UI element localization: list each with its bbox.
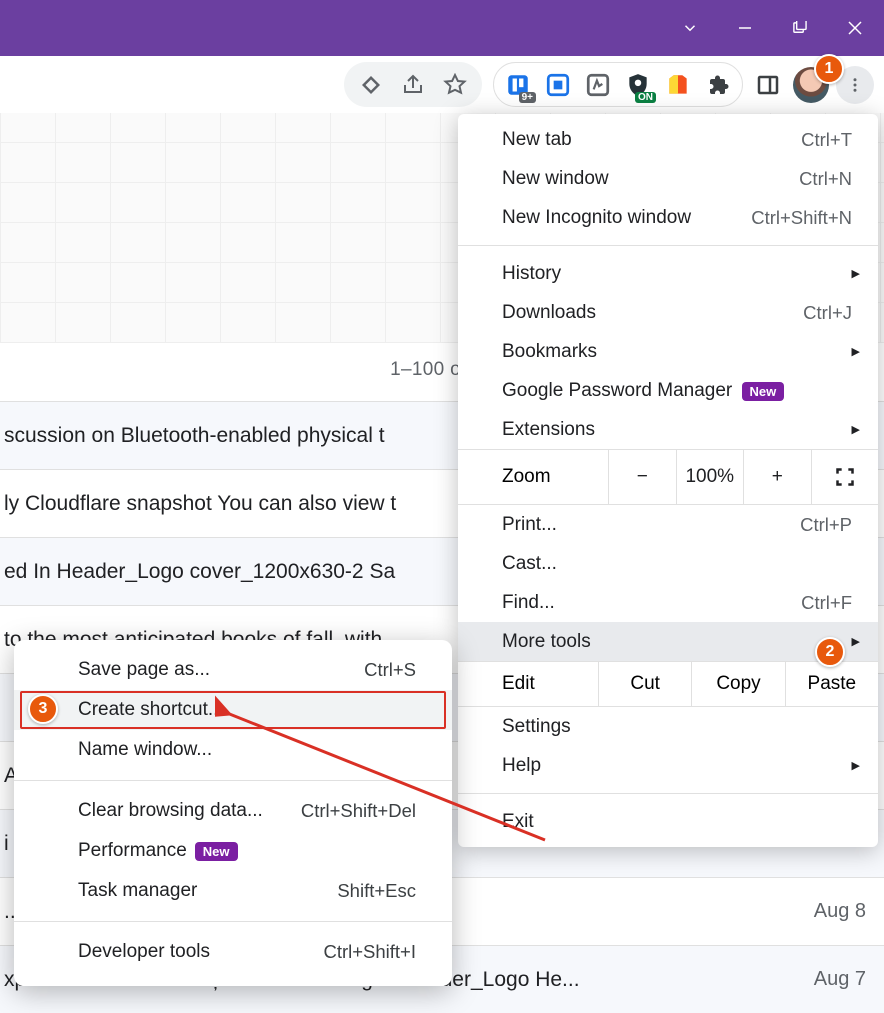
more-tools-submenu: Save page as...Ctrl+S Create shortcut...… bbox=[14, 640, 452, 986]
extension-4-badge: ON bbox=[635, 92, 656, 103]
minimize-button[interactable] bbox=[717, 8, 772, 48]
extension-2-icon[interactable] bbox=[540, 67, 576, 103]
close-button[interactable] bbox=[827, 8, 882, 48]
extension-1-badge: 9+ bbox=[519, 92, 536, 103]
close-icon bbox=[847, 20, 863, 36]
menu-exit[interactable]: Exit bbox=[458, 802, 878, 841]
extension-5-icon[interactable] bbox=[660, 67, 696, 103]
menu-password-manager[interactable]: Google Password Manager New bbox=[458, 371, 878, 410]
new-badge: New bbox=[742, 382, 785, 401]
menu-edit-row: Edit Cut Copy Paste bbox=[458, 661, 878, 707]
menu-zoom-row: Zoom − 100% + bbox=[458, 449, 878, 505]
menu-print[interactable]: Print...Ctrl+P bbox=[458, 505, 878, 544]
extension-3-icon[interactable] bbox=[580, 67, 616, 103]
browser-toolbar: 9+ ON bbox=[0, 56, 884, 113]
callout-3: 3 bbox=[28, 694, 58, 724]
chevron-down-icon bbox=[681, 19, 699, 37]
submenu-name-window[interactable]: Name window... bbox=[14, 730, 452, 770]
callout-2: 2 bbox=[815, 637, 845, 667]
fullscreen-icon bbox=[835, 467, 855, 487]
share-icon[interactable] bbox=[394, 66, 432, 104]
maximize-button[interactable] bbox=[772, 8, 827, 48]
side-panel-icon[interactable] bbox=[750, 67, 786, 103]
window-titlebar bbox=[0, 0, 884, 56]
fullscreen-button[interactable] bbox=[811, 450, 879, 504]
minimize-icon bbox=[738, 21, 752, 35]
extensions-puzzle-icon[interactable] bbox=[700, 67, 736, 103]
menu-find[interactable]: Find...Ctrl+F bbox=[458, 583, 878, 622]
extension-1-icon[interactable]: 9+ bbox=[500, 67, 536, 103]
submenu-task-manager[interactable]: Task managerShift+Esc bbox=[14, 871, 452, 911]
menu-cast[interactable]: Cast... bbox=[458, 544, 878, 583]
menu-bookmarks[interactable]: Bookmarks bbox=[458, 332, 878, 371]
copy-button[interactable]: Copy bbox=[691, 662, 784, 706]
menu-new-incognito[interactable]: New Incognito windowCtrl+Shift+N bbox=[458, 198, 878, 237]
menu-new-window[interactable]: New windowCtrl+N bbox=[458, 159, 878, 198]
extensions-cluster: 9+ ON bbox=[493, 62, 743, 107]
submenu-developer-tools[interactable]: Developer toolsCtrl+Shift+I bbox=[14, 932, 452, 972]
zoom-out-button[interactable]: − bbox=[608, 450, 676, 504]
new-badge: New bbox=[195, 842, 238, 861]
zoom-in-button[interactable]: + bbox=[743, 450, 811, 504]
extension-4-icon[interactable]: ON bbox=[620, 67, 656, 103]
menu-downloads[interactable]: DownloadsCtrl+J bbox=[458, 293, 878, 332]
submenu-create-shortcut[interactable]: Create shortcut... bbox=[14, 690, 452, 730]
omnibox-action-cluster bbox=[344, 62, 482, 107]
paste-button[interactable]: Paste bbox=[785, 662, 878, 706]
lens-icon[interactable] bbox=[352, 66, 390, 104]
menu-settings[interactable]: Settings bbox=[458, 707, 878, 746]
menu-extensions[interactable]: Extensions bbox=[458, 410, 878, 449]
submenu-clear-data[interactable]: Clear browsing data...Ctrl+Shift+Del bbox=[14, 791, 452, 831]
chrome-main-menu: New tabCtrl+T New windowCtrl+N New Incog… bbox=[458, 114, 878, 847]
submenu-performance[interactable]: PerformanceNew bbox=[14, 831, 452, 871]
menu-new-tab[interactable]: New tabCtrl+T bbox=[458, 120, 878, 159]
menu-help[interactable]: Help bbox=[458, 746, 878, 785]
zoom-value: 100% bbox=[676, 450, 744, 504]
callout-1: 1 bbox=[814, 54, 844, 84]
tab-search-button[interactable] bbox=[662, 8, 717, 48]
submenu-save-page[interactable]: Save page as...Ctrl+S bbox=[14, 650, 452, 690]
maximize-icon bbox=[792, 21, 807, 36]
menu-history[interactable]: History bbox=[458, 254, 878, 293]
cut-button[interactable]: Cut bbox=[598, 662, 691, 706]
bookmark-star-icon[interactable] bbox=[436, 66, 474, 104]
more-vertical-icon bbox=[846, 76, 864, 94]
